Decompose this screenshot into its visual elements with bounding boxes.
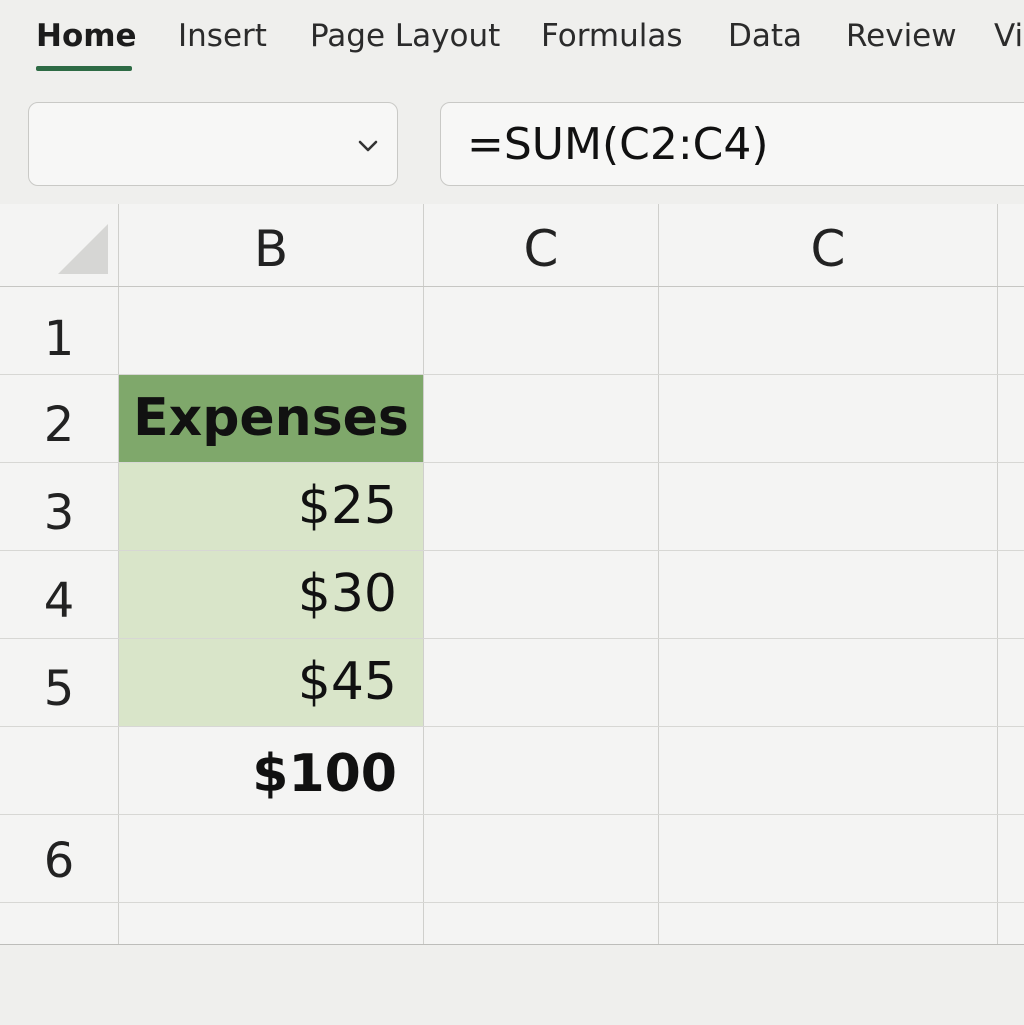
tab-review[interactable]: Review — [846, 18, 957, 54]
ribbon: Home Insert Page Layout Formulas Data Re… — [0, 0, 1024, 88]
formula-bar[interactable]: =SUM(C2:C4) — [440, 102, 1024, 186]
column-header-c[interactable]: C — [424, 212, 658, 286]
active-tab-indicator — [36, 66, 132, 71]
cell-total[interactable]: $100 — [119, 731, 423, 818]
gridline — [0, 902, 1024, 903]
cell-value-1[interactable]: $25 — [119, 463, 423, 550]
cell-expenses-header[interactable]: Expenses — [119, 375, 423, 462]
row-header-3[interactable]: 3 — [0, 469, 118, 557]
gridline — [658, 204, 659, 944]
formula-text[interactable]: =SUM(C2:C4) — [467, 119, 769, 170]
tab-insert[interactable]: Insert — [178, 18, 267, 54]
tab-data[interactable]: Data — [728, 18, 802, 54]
name-box[interactable] — [28, 102, 398, 186]
tab-view[interactable]: Vi — [994, 18, 1023, 54]
row-header-blank[interactable] — [0, 733, 118, 821]
column-header-b[interactable]: B — [119, 212, 423, 286]
row-header-1[interactable]: 1 — [0, 295, 118, 383]
row-header-5[interactable]: 5 — [0, 645, 118, 733]
tab-page-layout[interactable]: Page Layout — [310, 18, 500, 54]
gridline — [0, 286, 1024, 287]
status-bar — [0, 944, 1024, 1025]
gridline — [997, 204, 998, 944]
row-header-6[interactable]: 6 — [0, 817, 118, 905]
tab-home[interactable]: Home — [36, 18, 137, 54]
gridline — [423, 204, 424, 944]
column-header-c-2[interactable]: C — [659, 212, 997, 286]
cell-value-3[interactable]: $45 — [119, 639, 423, 726]
row-header-4[interactable]: 4 — [0, 557, 118, 645]
chevron-down-icon[interactable] — [355, 133, 381, 159]
gridline — [0, 726, 1024, 727]
select-all-corner[interactable] — [58, 224, 108, 274]
tab-formulas[interactable]: Formulas — [541, 18, 683, 54]
cell-value-2[interactable]: $30 — [119, 551, 423, 638]
row-header-2[interactable]: 2 — [0, 381, 118, 469]
